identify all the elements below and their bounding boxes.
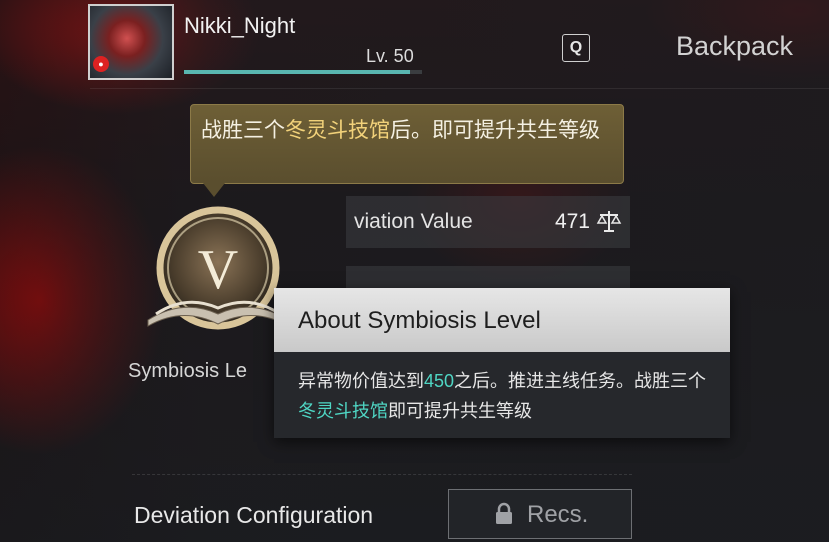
- emblem-letter: V: [198, 239, 238, 301]
- hint-text-b: 后。即可提升共生等级: [390, 119, 600, 142]
- section-divider: [132, 474, 632, 475]
- lock-icon: [496, 502, 512, 524]
- popup-body: 异常物价值达到450之后。推进主线任务。战胜三个冬灵斗技馆即可提升共生等级: [298, 366, 710, 426]
- hint-text-a: 战胜三个: [201, 119, 285, 142]
- deviation-configuration-label: Deviation Configuration: [134, 502, 374, 528]
- body-text-b: 之后。推进主线任务。战胜三个: [454, 371, 707, 391]
- body-highlight: 冬灵斗技馆: [298, 401, 388, 421]
- popup-title: About Symbiosis Level: [298, 307, 541, 334]
- body-text-c: 即可提升共生等级: [388, 401, 532, 421]
- deviation-value-row: viation Value 471: [346, 196, 630, 248]
- scales-icon: [596, 211, 622, 232]
- popup-header: About Symbiosis Level: [274, 288, 730, 352]
- backpack-tab[interactable]: Backpack: [676, 31, 793, 62]
- deviation-value: 471: [554, 210, 590, 233]
- key-hint-q[interactable]: Q: [562, 34, 590, 62]
- header-divider: [90, 88, 829, 89]
- body-text-a: 异常物价值达到: [298, 371, 424, 391]
- recs-button[interactable]: Recs.: [448, 489, 632, 539]
- body-number: 450: [424, 371, 455, 391]
- player-level: Lv. 50: [366, 46, 414, 66]
- hint-highlight: 冬灵斗技馆: [285, 119, 390, 142]
- tooltip-pointer: [203, 183, 225, 197]
- deviation-value-label: viation Value: [354, 210, 473, 233]
- about-symbiosis-popup: About Symbiosis Level 异常物价值达到450之后。推进主线任…: [274, 288, 730, 438]
- xp-bar: [184, 70, 422, 74]
- xp-bar-fill: [184, 70, 411, 74]
- player-name: Nikki_Night: [184, 13, 296, 38]
- avatar-badge-icon: ●: [93, 56, 109, 72]
- symbiosis-level-label: Symbiosis Le: [128, 360, 247, 382]
- recs-label: Recs.: [527, 501, 589, 528]
- symbiosis-hint-tooltip: 战胜三个冬灵斗技馆后。即可提升共生等级: [190, 104, 624, 184]
- player-avatar[interactable]: ●: [88, 4, 174, 80]
